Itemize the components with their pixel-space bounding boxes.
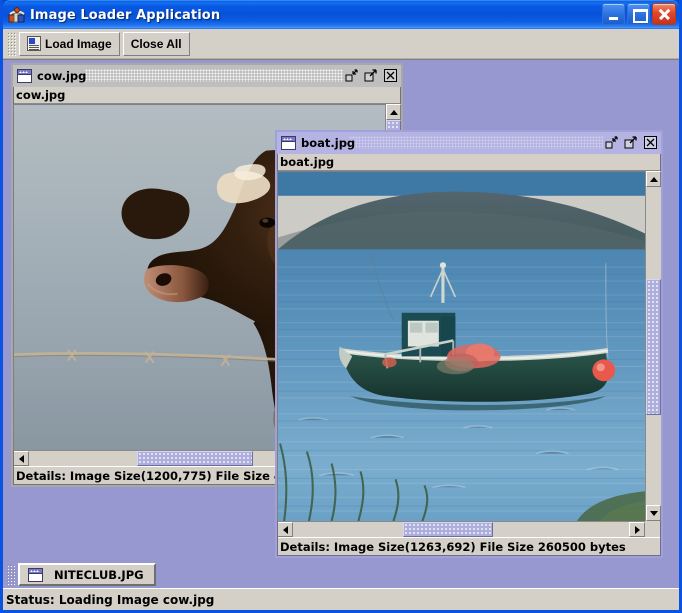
scroll-up-button-boat[interactable]	[646, 171, 661, 187]
internal-frame-filename-boat: boat.jpg	[277, 154, 661, 171]
internal-frame-body-boat	[277, 171, 661, 521]
mdi-desktop-pane[interactable]: cow.jpg cow.jpg Details: Image Size(1200…	[3, 59, 679, 588]
window-icon	[17, 69, 32, 83]
document-icon	[27, 36, 41, 51]
internal-frame-boat[interactable]: boat.jpg boat.jpg Details: Image Size(12…	[275, 130, 663, 558]
internal-frame-title-boat: boat.jpg	[301, 136, 356, 150]
titlebar-texture	[349, 136, 603, 149]
minimized-frames-dock: NITECLUB.JPG	[3, 561, 679, 588]
window-icon	[28, 567, 43, 582]
scroll-left-button-boat[interactable]	[277, 522, 293, 537]
internal-frame-details-boat: Details: Image Size(1263,692) File Size …	[277, 537, 661, 556]
vertical-scroll-thumb-boat[interactable]	[646, 279, 661, 415]
maximize-button[interactable]	[627, 3, 650, 25]
close-all-button[interactable]: Close All	[122, 31, 190, 56]
window-titlebar[interactable]: Image Loader Application	[3, 0, 679, 29]
books-icon	[8, 6, 26, 24]
window-icon	[281, 136, 296, 150]
internal-frame-titlebar-boat[interactable]: boat.jpg	[277, 132, 661, 154]
close-icon[interactable]	[383, 68, 398, 83]
status-bar: Status: Loading Image cow.jpg	[3, 588, 679, 610]
maximize-icon[interactable]	[624, 135, 639, 150]
scroll-down-button-boat[interactable]	[646, 505, 661, 521]
toolbar-drag-handle[interactable]	[7, 31, 16, 56]
scroll-left-button-cow[interactable]	[13, 451, 29, 466]
horizontal-scroll-thumb-boat[interactable]	[403, 522, 493, 537]
scroll-right-button-boat[interactable]	[629, 522, 645, 537]
image-canvas-boat[interactable]	[277, 171, 645, 521]
horizontal-scroll-track-boat[interactable]	[293, 522, 629, 537]
load-image-label: Load Image	[45, 36, 112, 51]
vertical-scrollbar-boat[interactable]	[645, 171, 661, 521]
close-button[interactable]	[652, 3, 676, 25]
scroll-up-button-cow[interactable]	[386, 104, 401, 120]
internal-frame-title-cow: cow.jpg	[37, 69, 87, 83]
horizontal-scrollbar-boat[interactable]	[277, 521, 645, 537]
internal-frame-controls-cow	[345, 68, 398, 83]
maximize-icon[interactable]	[364, 68, 379, 83]
status-bar-text: Status: Loading Image cow.jpg	[6, 592, 215, 607]
iconify-icon[interactable]	[345, 68, 360, 83]
minimized-frame-niteclub[interactable]: NITECLUB.JPG	[18, 563, 156, 586]
boat-photo	[278, 172, 645, 521]
window-controls	[602, 3, 676, 25]
window-title: Image Loader Application	[30, 7, 221, 23]
minimized-frame-label: NITECLUB.JPG	[54, 567, 144, 582]
iconify-icon[interactable]	[605, 135, 620, 150]
dock-drag-handle[interactable]	[6, 563, 15, 586]
internal-frame-filename-cow: cow.jpg	[13, 87, 401, 104]
minimize-button[interactable]	[602, 3, 625, 25]
horizontal-scroll-thumb-cow[interactable]	[137, 451, 253, 466]
internal-frame-controls-boat	[605, 135, 658, 150]
application-window: Image Loader Application Load Image Clos…	[0, 0, 682, 613]
close-all-label: Close All	[130, 36, 182, 51]
load-image-button[interactable]: Load Image	[19, 31, 120, 56]
internal-frame-titlebar-cow[interactable]: cow.jpg	[13, 65, 401, 87]
titlebar-texture	[85, 69, 343, 82]
vertical-scroll-track-boat[interactable]	[646, 187, 661, 505]
close-icon[interactable]	[643, 135, 658, 150]
toolbar: Load Image Close All	[3, 29, 679, 59]
